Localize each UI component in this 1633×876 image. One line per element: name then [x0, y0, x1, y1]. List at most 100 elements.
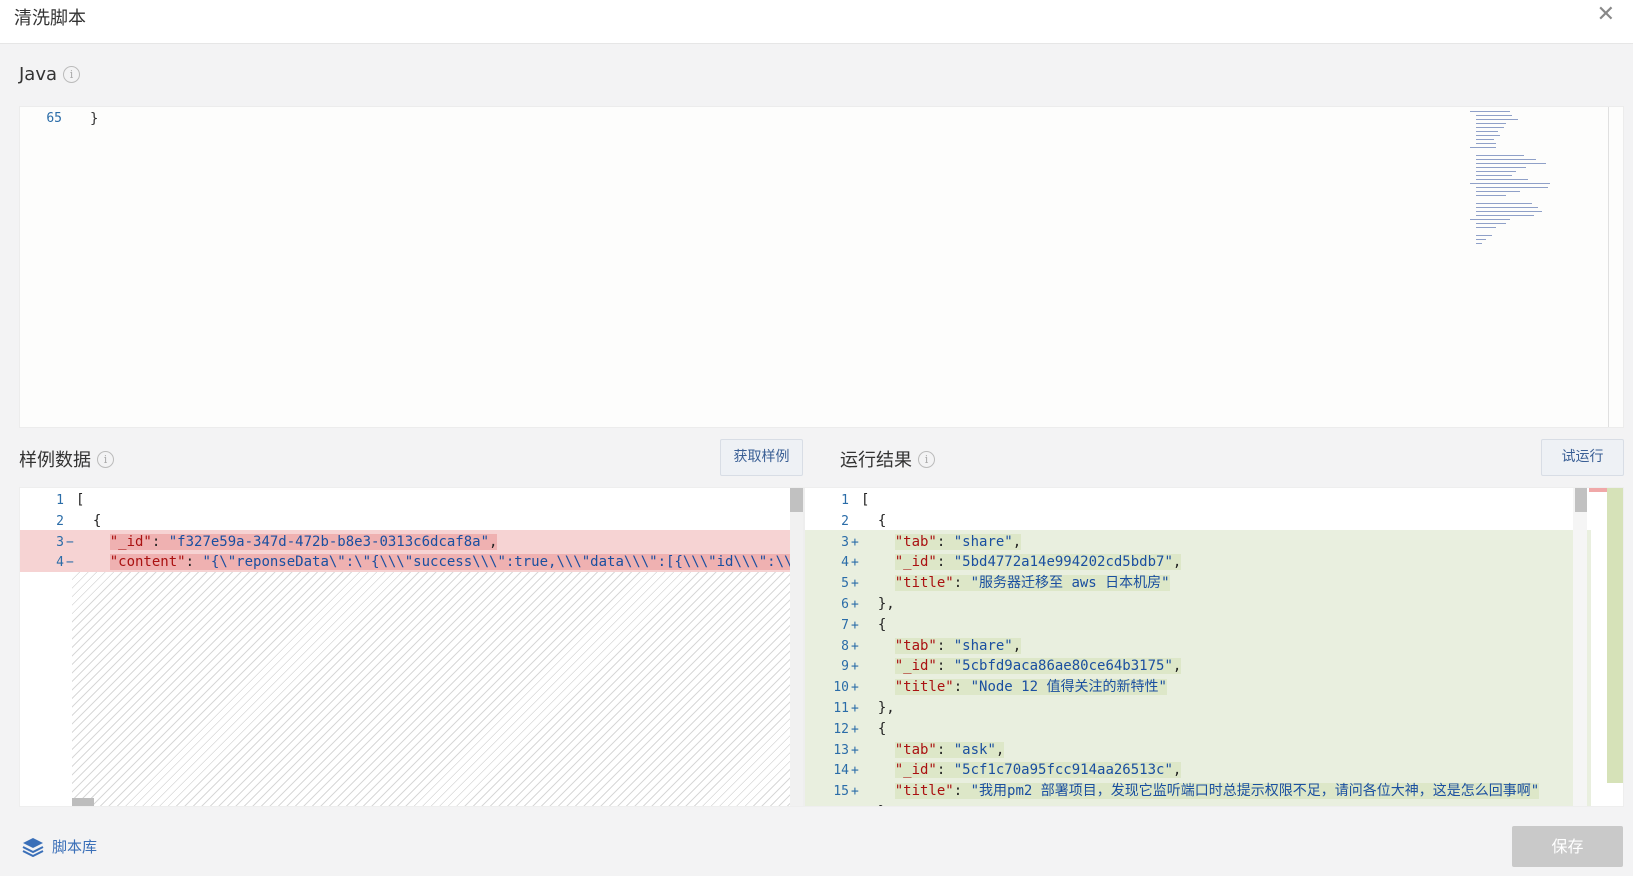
line-number: 3 — [841, 534, 849, 550]
editor-scrollbar[interactable] — [1608, 107, 1609, 427]
json-value: "我用pm2 部署项目，发现它监听端口时总提示权限不足，请问各位大神，这是怎么回… — [970, 783, 1540, 800]
result-scrollbar[interactable] — [1573, 488, 1587, 806]
minimap-line — [1476, 227, 1496, 228]
minimap-line — [1470, 147, 1496, 148]
info-icon[interactable]: i — [97, 450, 114, 468]
line-number: 16 — [805, 802, 849, 806]
diff-marker: + — [851, 638, 859, 654]
diff-marker: + — [851, 784, 859, 800]
trial-run-button[interactable]: 试运行 — [1541, 439, 1624, 476]
minimap-line — [1476, 171, 1516, 172]
minimap-line — [1476, 115, 1512, 116]
fetch-sample-button[interactable]: 获取样例 — [720, 439, 803, 476]
minimap-line — [1476, 187, 1548, 188]
minimap-line — [1470, 183, 1550, 184]
code-line: "_id": "f327e59a-347d-472b-b8e3-0313c6dc… — [109, 533, 498, 550]
diff-marker: + — [851, 802, 859, 806]
minimap-line — [1476, 175, 1512, 176]
diff-marker: + — [851, 742, 859, 758]
diff-marker: + — [851, 555, 859, 571]
json-key: "_id" — [894, 658, 937, 675]
line-number: 2 — [841, 513, 849, 529]
code-line: { — [861, 616, 887, 633]
json-value: "5bd4772a14e994202cd5bdb7" — [953, 554, 1173, 571]
json-value: "{\"reponseData\":\"{\\\"success\\\":tru… — [202, 554, 804, 571]
script-library-label: 脚本库 — [52, 838, 98, 856]
minimap-line — [1476, 163, 1546, 164]
minimap-line — [1476, 191, 1520, 192]
json-key: "title" — [894, 783, 954, 800]
result-label: 运行结果 — [840, 450, 912, 471]
code-line: { — [861, 720, 887, 737]
java-code-editor[interactable]: 65 } — [19, 106, 1624, 428]
json-key: "_id" — [894, 762, 937, 779]
code-line: "title": "服务器迁移至 aws 日本机房" — [894, 575, 1170, 592]
json-value: "5cf1c70a95fcc914aa26513c" — [953, 762, 1173, 779]
sample-section-label: 样例数据 i — [19, 446, 114, 472]
json-key: "tab" — [894, 533, 937, 550]
sample-scrollbar[interactable] — [790, 488, 803, 806]
scroll-thumb[interactable] — [1575, 488, 1587, 512]
diff-marker: + — [851, 763, 859, 779]
code-line: } — [90, 111, 99, 127]
minimap-line — [1470, 219, 1510, 220]
diff-marker: − — [66, 555, 74, 571]
sample-label: 样例数据 — [19, 450, 91, 471]
result-section-label: 运行结果 i — [840, 446, 935, 472]
line-number: 6 — [841, 597, 849, 612]
line-number: 12 — [833, 721, 849, 737]
line-number: 1 — [841, 493, 849, 508]
save-button[interactable]: 保存 — [1512, 826, 1623, 867]
code-line: }, — [861, 596, 895, 612]
minimap-line — [1476, 167, 1526, 168]
code-line: { — [861, 512, 887, 529]
minimap-line — [1470, 111, 1510, 112]
line-number: 5 — [841, 576, 849, 592]
json-key: "title" — [894, 575, 954, 592]
line-number: 1 — [56, 493, 64, 508]
json-value: "5cbfd9aca86ae80ce64b3175" — [953, 658, 1173, 675]
json-key: "_id" — [894, 554, 937, 571]
minimap-line — [1476, 223, 1506, 224]
json-value: "Node 12 值得关注的新特性" — [970, 679, 1167, 696]
json-value: "服务器迁移至 aws 日本机房" — [970, 575, 1170, 592]
code-line: { — [76, 512, 102, 529]
scroll-thumb[interactable] — [790, 488, 803, 512]
info-icon[interactable]: i — [63, 66, 81, 83]
diff-marker: + — [851, 534, 859, 550]
code-line: [ — [76, 492, 85, 508]
dialog-title: 清洗脚本 — [14, 8, 86, 29]
close-icon[interactable]: ✕ — [1597, 3, 1615, 27]
minimap-line — [1476, 211, 1542, 212]
json-value: "ask" — [953, 741, 996, 758]
line-number: 3 — [56, 534, 64, 550]
diff-overview-marker — [1589, 488, 1607, 492]
diff-marker: + — [851, 617, 859, 633]
script-library-link[interactable]: 脚本库 — [22, 836, 97, 857]
json-key: "tab" — [894, 741, 937, 758]
code-line: "_id": "5cbfd9aca86ae80ce64b3175", — [894, 658, 1182, 675]
code-line: "tab": "share", — [894, 637, 1022, 654]
sample-data-editor[interactable]: 1 [2 {3− "_id": "f327e59a-347d-472b-b8e3-… — [19, 487, 804, 807]
java-label: Java — [19, 64, 58, 85]
diff-marker: − — [66, 534, 74, 550]
minimap-line — [1476, 203, 1532, 204]
minimap-line — [1476, 123, 1506, 124]
code-minimap[interactable] — [1470, 107, 1580, 257]
minimap-line — [1476, 235, 1492, 236]
info-icon[interactable]: i — [918, 450, 935, 468]
minimap-line — [1476, 243, 1482, 244]
diff-marker: + — [851, 576, 859, 592]
minimap-line — [1476, 239, 1486, 240]
diff-marker: + — [851, 659, 859, 675]
hscroll-thumb[interactable] — [72, 798, 94, 806]
line-number: 4 — [841, 555, 849, 571]
line-number: 9 — [841, 659, 849, 675]
minimap-line — [1476, 179, 1528, 180]
run-result-editor[interactable]: 1[2 {3 + "tab": "share", 4 + "_id": "5bd477… — [804, 487, 1624, 807]
json-value: "f327e59a-347d-472b-b8e3-0313c6dcaf8a" — [168, 533, 490, 550]
json-key: "title" — [894, 679, 954, 696]
code-line: }, — [861, 700, 895, 716]
minimap-line — [1476, 131, 1498, 132]
diff-overview-ruler — [1607, 488, 1623, 783]
